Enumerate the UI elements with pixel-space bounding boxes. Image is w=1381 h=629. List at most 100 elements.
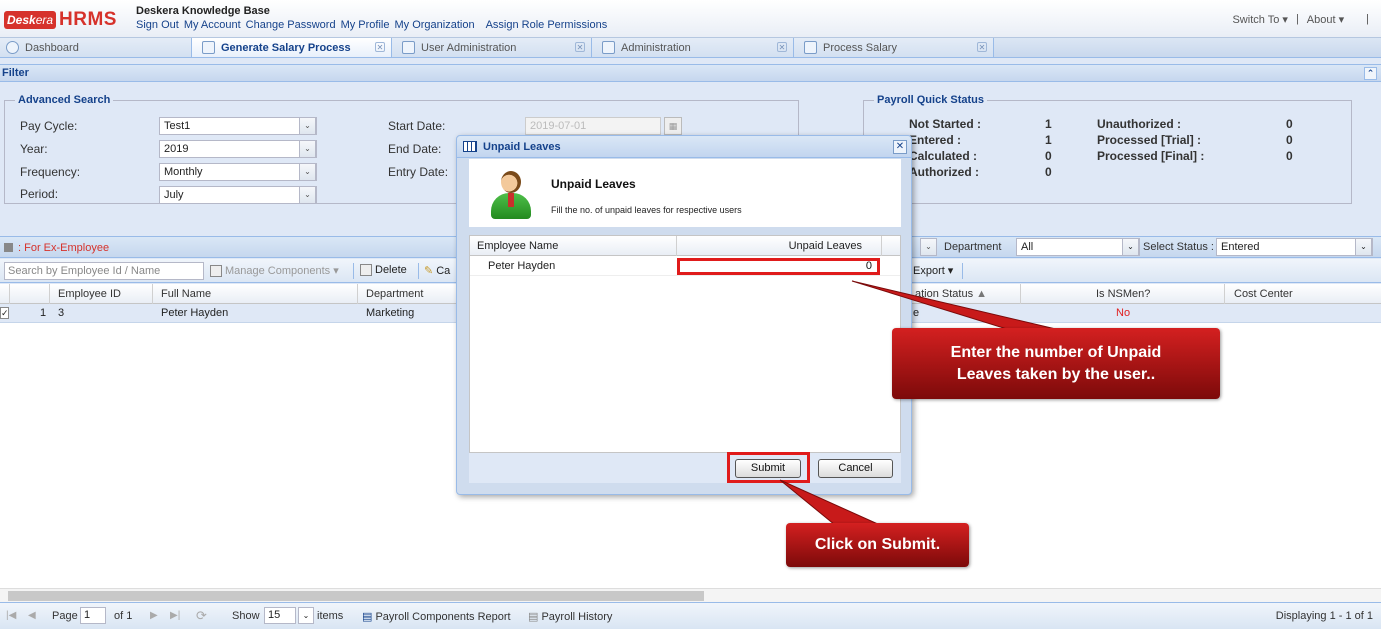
pencil-icon: ✎ xyxy=(424,265,434,277)
scrollbar-thumb[interactable] xyxy=(8,591,704,601)
authorized-label: Authorized : xyxy=(909,165,979,179)
page-number-input[interactable]: 1 xyxy=(80,607,106,624)
my-account-link[interactable]: My Account xyxy=(184,19,241,31)
collapse-icon[interactable]: ⌃ xyxy=(1364,67,1377,80)
employee-search-input[interactable]: Search by Employee Id / Name xyxy=(4,262,204,280)
column-calculation-status[interactable]: ation Status ▲ xyxy=(915,288,987,300)
calculate-button[interactable]: ✎ Ca xyxy=(424,264,450,278)
my-organization-link[interactable]: My Organization xyxy=(394,19,474,31)
chevron-down-icon[interactable]: ⌄ xyxy=(299,117,316,135)
column-full-name[interactable]: Full Name xyxy=(161,288,211,300)
pay-cycle-combo[interactable]: Test1 ⌄ xyxy=(159,117,317,135)
logo-hrms: HRMS xyxy=(59,9,117,30)
advanced-search-legend: Advanced Search xyxy=(15,94,114,106)
tab-dashboard[interactable]: Dashboard xyxy=(0,38,192,57)
submit-button[interactable]: Submit xyxy=(735,459,801,478)
my-profile-link[interactable]: My Profile xyxy=(341,19,390,31)
column-divider xyxy=(9,284,10,304)
tab-generate-salary-process[interactable]: Generate Salary Process ✕ xyxy=(192,38,392,57)
report-icon: ▤ xyxy=(362,611,373,623)
components-icon xyxy=(210,264,222,277)
logo-mark: Deskera xyxy=(4,11,57,29)
chevron-down-icon[interactable]: ⌄ xyxy=(299,140,316,158)
close-icon[interactable]: ✕ xyxy=(375,42,385,52)
chevron-down-icon: ▾ xyxy=(947,265,954,277)
toolbar-divider xyxy=(418,263,419,279)
prev-page-icon[interactable]: ◀ xyxy=(28,610,36,621)
start-date-label: Start Date: xyxy=(388,119,446,133)
switch-to-label: Switch To xyxy=(1232,14,1280,26)
close-icon[interactable]: ✕ xyxy=(977,42,987,52)
last-page-icon[interactable]: ▶| xyxy=(170,610,180,621)
first-page-icon[interactable]: |◀ xyxy=(6,610,16,621)
switch-to-menu[interactable]: Switch To ▾ xyxy=(1232,13,1287,26)
window-button-bar: Submit Cancel xyxy=(469,453,901,483)
unpaid-leaves-input[interactable]: 0 xyxy=(677,258,880,275)
table-row[interactable]: Peter Hayden 0 xyxy=(470,257,900,276)
assign-role-permissions-link[interactable]: Assign Role Permissions xyxy=(486,19,608,31)
chevron-down-icon: ▾ xyxy=(1338,14,1345,26)
close-icon[interactable]: ✕ xyxy=(893,140,907,154)
page-size-input[interactable]: 15 xyxy=(264,607,296,624)
column-department[interactable]: Department xyxy=(366,288,423,300)
calendar-icon[interactable]: ▦ xyxy=(664,117,682,135)
close-icon[interactable]: ✕ xyxy=(575,42,585,52)
page-number-value: 1 xyxy=(84,609,91,621)
chevron-down-icon[interactable]: ⌄ xyxy=(299,163,316,181)
user-avatar-icon xyxy=(489,171,533,219)
close-icon[interactable]: ✕ xyxy=(777,42,787,52)
chevron-down-icon: ▾ xyxy=(333,265,339,277)
chevron-down-icon[interactable]: ⌄ xyxy=(299,186,316,204)
manage-components-button[interactable]: Manage Components ▾ xyxy=(210,264,339,277)
items-label: items xyxy=(317,610,344,622)
displaying-count: Displaying 1 - 1 of 1 xyxy=(1275,610,1373,622)
period-value: July xyxy=(164,189,184,201)
column-unpaid-leaves[interactable]: Unpaid Leaves xyxy=(789,240,862,252)
change-password-link[interactable]: Change Password xyxy=(246,19,336,31)
chevron-down-icon[interactable]: ⌄ xyxy=(1122,238,1139,256)
export-button[interactable]: Export ▾ xyxy=(913,264,954,278)
avatar-head xyxy=(501,171,521,193)
processed-trial-value: 0 xyxy=(1286,133,1293,147)
trash-icon xyxy=(360,264,372,276)
export-label: Export xyxy=(913,264,945,277)
tab-label: User Administration xyxy=(421,41,517,54)
period-label: Period: xyxy=(20,187,59,201)
delete-label: Delete xyxy=(375,264,407,276)
department-combo[interactable]: All ⌄ xyxy=(1016,238,1140,256)
chevron-down-icon[interactable]: ⌄ xyxy=(1355,238,1372,256)
start-date-field[interactable]: 2019-07-01 ▦ xyxy=(525,117,682,135)
sign-out-link[interactable]: Sign Out xyxy=(136,19,179,31)
submit-callout-text: Click on Submit. xyxy=(814,536,941,553)
chevron-down-icon[interactable]: ⌄ xyxy=(298,607,314,624)
cancel-button[interactable]: Cancel xyxy=(818,459,893,478)
refresh-icon[interactable]: ⟳ xyxy=(196,608,207,624)
period-combo[interactable]: July ⌄ xyxy=(159,186,317,204)
tab-administration[interactable]: Administration ✕ xyxy=(592,38,794,57)
payroll-components-report-button[interactable]: ▤ Payroll Components Report xyxy=(362,610,511,623)
column-cost-center[interactable]: Cost Center xyxy=(1234,288,1293,300)
horizontal-scrollbar[interactable] xyxy=(0,588,1381,602)
status-combo-trigger[interactable]: ⌄ xyxy=(920,238,937,256)
next-page-icon[interactable]: ▶ xyxy=(150,610,158,621)
row-checkbox[interactable]: ✓ xyxy=(0,307,9,319)
deskera-logo[interactable]: Deskera HRMS xyxy=(4,9,117,31)
about-menu[interactable]: About ▾ xyxy=(1307,13,1344,26)
column-is-nsmen[interactable]: Is NSMen? xyxy=(1096,288,1150,300)
window-title-bar[interactable]: Unpaid Leaves ✕ xyxy=(457,136,911,158)
column-divider xyxy=(49,284,50,304)
tab-user-administration[interactable]: User Administration ✕ xyxy=(392,38,592,57)
unauthorized-value: 0 xyxy=(1286,117,1293,131)
history-icon: ▤ xyxy=(528,611,539,623)
select-status-combo[interactable]: Entered ⌄ xyxy=(1216,238,1373,256)
delete-button[interactable]: Delete xyxy=(360,264,407,276)
tab-process-salary[interactable]: Process Salary ✕ xyxy=(794,38,994,57)
column-employee-name[interactable]: Employee Name xyxy=(477,240,558,252)
column-employee-id[interactable]: Employee ID xyxy=(58,288,121,300)
entered-value: 1 xyxy=(1045,133,1052,147)
frequency-combo[interactable]: Monthly ⌄ xyxy=(159,163,317,181)
payroll-history-button[interactable]: ▤ Payroll History xyxy=(528,610,612,623)
year-combo[interactable]: 2019 ⌄ xyxy=(159,140,317,158)
ex-employee-label: : For Ex-Employee xyxy=(18,242,110,254)
chevron-down-icon[interactable]: ⌄ xyxy=(920,238,937,256)
